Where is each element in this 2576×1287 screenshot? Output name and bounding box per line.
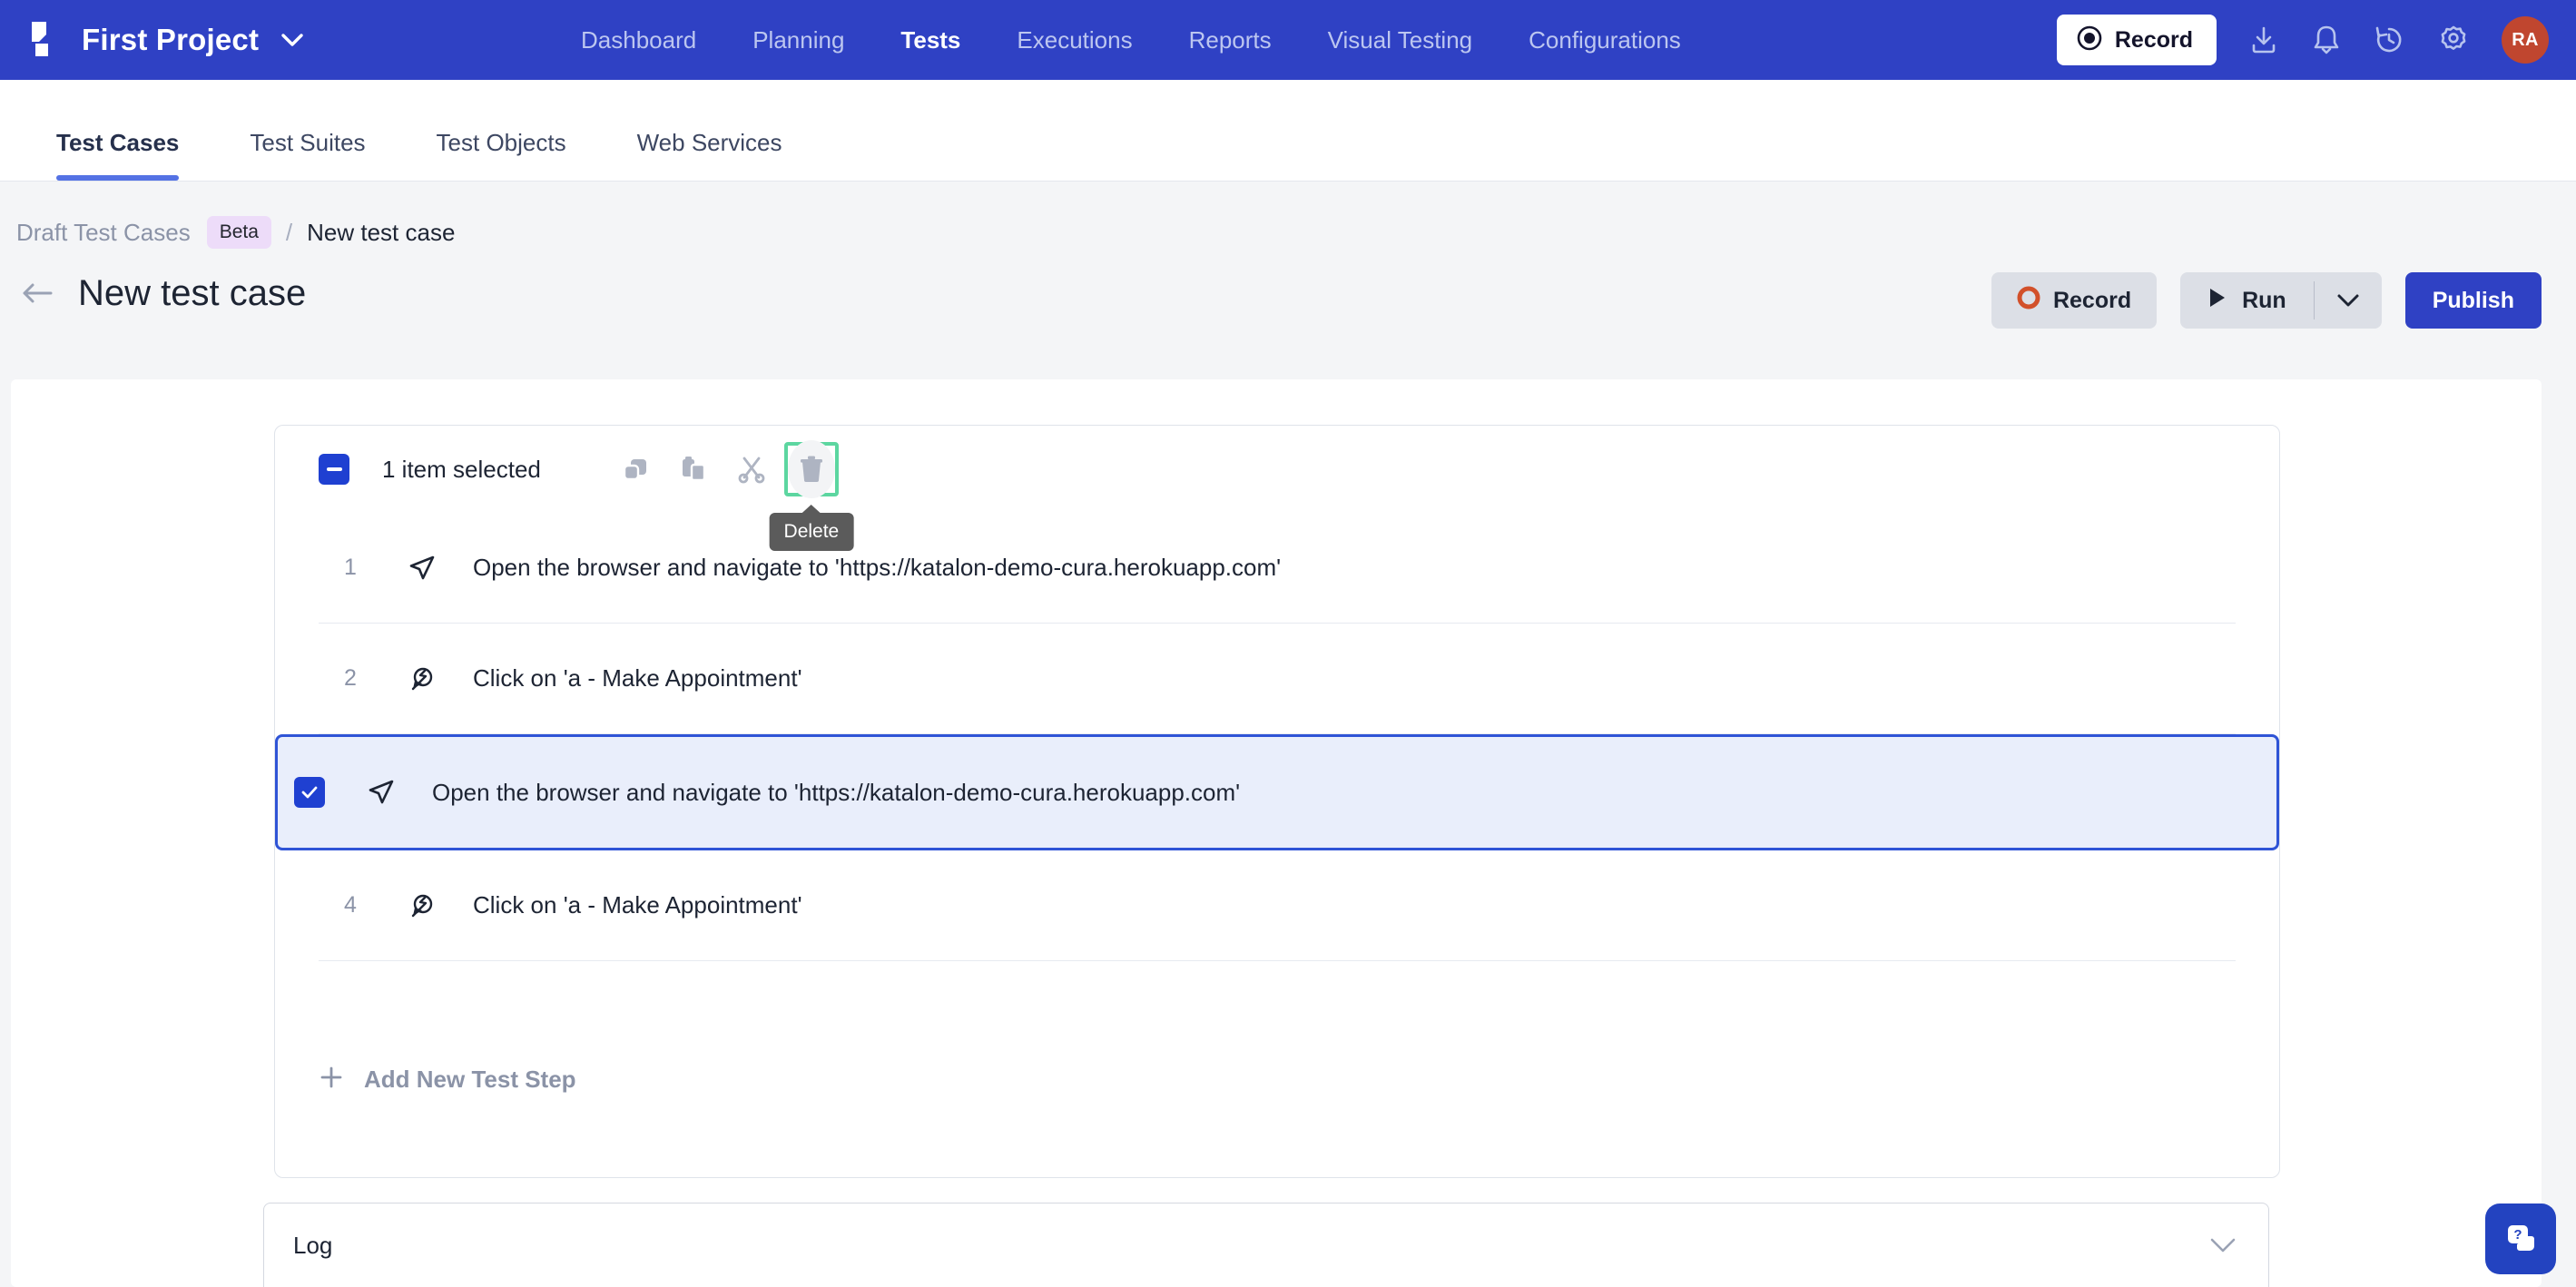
katalon-logo-icon[interactable] [20, 19, 62, 61]
page-header-actions: Record Run Publish [1991, 272, 2542, 329]
topbar-record-label: Record [2114, 26, 2193, 53]
publish-button[interactable]: Publish [2404, 272, 2542, 329]
tab-test-cases[interactable]: Test Cases [56, 129, 180, 181]
select-all-checkbox[interactable] [319, 454, 349, 485]
beta-badge: Beta [206, 216, 271, 249]
navigate-icon [341, 778, 421, 807]
log-panel[interactable]: Log [263, 1203, 2269, 1287]
step-checkbox-wrap [278, 777, 341, 808]
delete-tooltip: Delete [769, 513, 854, 551]
nav-item-executions[interactable]: Executions [1017, 26, 1132, 54]
add-new-test-step-label: Add New Test Step [364, 1066, 576, 1093]
plus-icon [319, 1065, 344, 1095]
record-dot-icon [2017, 286, 2040, 316]
topbar-right-actions: Record RA [2056, 15, 2549, 65]
run-button[interactable]: Run [2180, 272, 2314, 329]
run-button-label: Run [2242, 287, 2286, 313]
breadcrumb-current: New test case [307, 218, 456, 246]
step-number: 4 [344, 892, 357, 918]
selection-toolbar: 1 item selected Delete [275, 426, 2279, 551]
nav-item-reports[interactable]: Reports [1189, 26, 1272, 54]
tab-test-suites[interactable]: Test Suites [250, 129, 365, 181]
topbar-record-button[interactable]: Record [2056, 15, 2217, 65]
log-label: Log [293, 1231, 333, 1259]
back-arrow-icon[interactable] [16, 272, 58, 314]
record-button-label: Record [2052, 287, 2132, 313]
step-description: Click on 'a - Make Appointment' [473, 664, 802, 692]
tab-web-services[interactable]: Web Services [637, 129, 782, 181]
page-title: New test case [78, 272, 307, 313]
download-icon[interactable] [2247, 24, 2280, 56]
project-name[interactable]: First Project [82, 23, 259, 57]
breadcrumb: Draft Test Cases Beta / New test case [16, 216, 2522, 249]
step-description: Click on 'a - Make Appointment' [473, 891, 802, 919]
table-row[interactable]: Open the browser and navigate to 'https:… [275, 734, 2279, 850]
step-description: Open the browser and navigate to 'https:… [473, 554, 1282, 581]
play-icon [2207, 287, 2227, 315]
publish-button-label: Publish [2432, 287, 2514, 313]
step-number: 2 [344, 665, 357, 691]
breadcrumb-root[interactable]: Draft Test Cases [16, 219, 191, 247]
bell-icon[interactable] [2311, 24, 2342, 56]
table-row[interactable]: 1 Open the browser and navigate to 'http… [319, 513, 2236, 624]
step-checkbox[interactable] [294, 777, 325, 808]
click-icon [382, 664, 462, 693]
log-chevron-down-icon[interactable] [2208, 1236, 2237, 1254]
main-nav: Dashboard Planning Tests Executions Repo… [581, 26, 1681, 54]
table-row[interactable]: 2 Click on 'a - Make Appointment' [319, 624, 2236, 734]
navigate-icon [382, 554, 462, 583]
project-chevron-down-icon[interactable] [280, 33, 304, 47]
tab-test-objects[interactable]: Test Objects [437, 129, 566, 181]
table-row[interactable]: 4 Click on 'a - Make Appointment' [319, 850, 2236, 961]
main-content-panel: 1 item selected Delete 1 Open the browse… [11, 379, 2542, 1287]
nav-item-tests[interactable]: Tests [900, 26, 960, 54]
click-icon [382, 891, 462, 920]
nav-item-visual-testing[interactable]: Visual Testing [1328, 26, 1472, 54]
section-tabs: Test Cases Test Suites Test Objects Web … [0, 80, 2576, 182]
history-icon[interactable] [2373, 24, 2405, 56]
step-description: Open the browser and navigate to 'https:… [432, 778, 1241, 806]
help-chat-button[interactable]: ? [2485, 1203, 2556, 1274]
delete-icon[interactable] [787, 440, 835, 498]
toolbar-icons: Delete [606, 440, 854, 551]
run-chevron-down-icon[interactable] [2315, 272, 2382, 329]
nav-item-dashboard[interactable]: Dashboard [581, 26, 696, 54]
breadcrumb-separator: / [285, 218, 293, 246]
record-circle-icon [2077, 25, 2102, 55]
svg-text:?: ? [2513, 1227, 2522, 1243]
avatar[interactable]: RA [2502, 16, 2549, 64]
step-number: 1 [344, 555, 357, 580]
cut-icon[interactable] [723, 440, 781, 498]
page-header: Draft Test Cases Beta / New test case Ne… [0, 182, 2576, 347]
test-steps-list: 1 Open the browser and navigate to 'http… [275, 513, 2279, 961]
selection-count-label: 1 item selected [382, 455, 541, 483]
top-navigation-bar: First Project Dashboard Planning Tests E… [0, 0, 2576, 80]
add-new-test-step-button[interactable]: Add New Test Step [275, 1065, 2279, 1095]
nav-item-configurations[interactable]: Configurations [1529, 26, 1681, 54]
run-button-group: Run [2180, 272, 2382, 329]
paste-icon[interactable] [664, 440, 723, 498]
record-button[interactable]: Record [1991, 272, 2158, 329]
test-steps-card: 1 item selected Delete 1 Open the browse… [274, 425, 2280, 1178]
copy-icon[interactable] [606, 440, 664, 498]
gear-icon[interactable] [2436, 23, 2471, 57]
delete-button-highlight: Delete [769, 440, 854, 551]
nav-item-planning[interactable]: Planning [752, 26, 844, 54]
